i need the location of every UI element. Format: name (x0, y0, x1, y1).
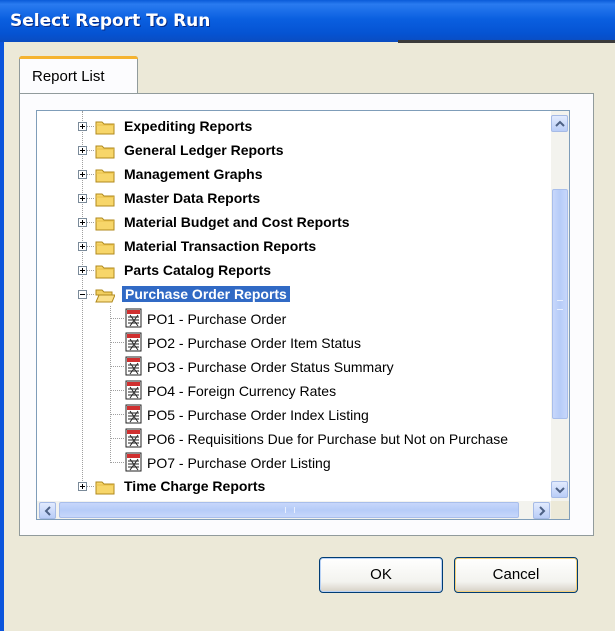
tree-rows: Expediting Reports General Ledger Report… (37, 111, 553, 503)
folder-icon (95, 121, 115, 135)
tree-report-po1[interactable]: PO1 - Purchase Order (37, 307, 553, 331)
tree-folder-label: Time Charge Reports (124, 478, 266, 494)
tree-report-label: PO3 - Purchase Order Status Summary (147, 359, 394, 375)
horizontal-scrollbar[interactable] (37, 501, 553, 519)
folder-icon (95, 217, 115, 231)
ok-button[interactable]: OK (319, 557, 443, 593)
report-document-icon (125, 452, 142, 472)
tree-folder-management-graphs[interactable]: Management Graphs (37, 163, 553, 187)
plus-box-icon[interactable] (78, 266, 87, 275)
report-document-icon (125, 308, 142, 328)
open-folder-icon (95, 289, 115, 303)
cancel-button[interactable]: Cancel (454, 557, 578, 593)
folder-icon (95, 265, 115, 279)
title-bar-edge (398, 40, 615, 43)
chevron-up-icon (555, 120, 565, 127)
folder-icon (95, 241, 115, 255)
tree-line (110, 318, 124, 319)
tree-folder-label-selected: Purchase Order Reports (121, 285, 291, 303)
vertical-scrollbar[interactable] (551, 111, 569, 503)
tab-report-list[interactable]: Report List (19, 56, 138, 94)
plus-box-icon[interactable] (78, 194, 87, 203)
tree-line (110, 438, 124, 439)
folder-icon (95, 169, 115, 183)
scroll-grip (285, 507, 295, 513)
horizontal-scroll-thumb[interactable] (59, 502, 519, 518)
scroll-grip (557, 300, 563, 310)
report-document-icon (125, 380, 142, 400)
tree-line (110, 390, 124, 391)
tree-report-label: PO7 - Purchase Order Listing (147, 455, 331, 471)
tree-report-po7[interactable]: PO7 - Purchase Order Listing (37, 451, 553, 475)
tree-report-label: PO1 - Purchase Order (147, 311, 287, 327)
folder-icon (95, 481, 115, 495)
tree-line (110, 366, 124, 367)
tree-folder-expediting-reports[interactable]: Expediting Reports (37, 115, 553, 139)
report-document-icon (125, 404, 142, 424)
chevron-left-icon (44, 506, 51, 516)
tree-folder-label: Management Graphs (124, 166, 263, 182)
scroll-corner (551, 501, 569, 519)
scroll-up-button[interactable] (551, 115, 568, 132)
report-tree[interactable]: Expediting Reports General Ledger Report… (36, 110, 570, 520)
plus-box-icon[interactable] (78, 242, 87, 251)
window-title: Select Report To Run (10, 11, 211, 31)
tree-folder-label: Parts Catalog Reports (124, 262, 272, 278)
report-document-icon (125, 356, 142, 376)
plus-box-icon[interactable] (78, 170, 87, 179)
chevron-down-icon (555, 487, 565, 494)
plus-box-icon[interactable] (78, 218, 87, 227)
tree-folder-label: Expediting Reports (124, 118, 253, 134)
tree-folder-time-charge-reports[interactable]: Time Charge Reports (37, 475, 553, 499)
tree-line (110, 462, 124, 463)
tree-folder-label: Material Transaction Reports (124, 238, 317, 254)
tree-folder-material-transaction-reports[interactable]: Material Transaction Reports (37, 235, 553, 259)
tree-folder-label: Master Data Reports (124, 190, 261, 206)
folder-icon (95, 145, 115, 159)
report-document-icon (125, 428, 142, 448)
plus-box-icon[interactable] (78, 146, 87, 155)
tree-report-label: PO2 - Purchase Order Item Status (147, 335, 361, 351)
plus-box-icon[interactable] (78, 482, 87, 491)
folder-icon (95, 193, 115, 207)
chevron-right-icon (539, 506, 546, 516)
tree-report-label: PO4 - Foreign Currency Rates (147, 383, 337, 399)
tree-folder-material-budget-and-cost-reports[interactable]: Material Budget and Cost Reports (37, 211, 553, 235)
tree-folder-label: General Ledger Reports (124, 142, 284, 158)
tree-report-label: PO6 - Requisitions Due for Purchase but … (147, 431, 509, 447)
tree-report-label: PO5 - Purchase Order Index Listing (147, 407, 369, 423)
tree-folder-parts-catalog-reports[interactable]: Parts Catalog Reports (37, 259, 553, 283)
tree-line (110, 342, 124, 343)
window-left-border (0, 42, 4, 631)
tree-report-po4[interactable]: PO4 - Foreign Currency Rates (37, 379, 553, 403)
scroll-down-button[interactable] (551, 481, 568, 498)
tree-report-po6[interactable]: PO6 - Requisitions Due for Purchase but … (37, 427, 553, 451)
tree-report-po5[interactable]: PO5 - Purchase Order Index Listing (37, 403, 553, 427)
tree-report-po3[interactable]: PO3 - Purchase Order Status Summary (37, 355, 553, 379)
report-document-icon (125, 332, 142, 352)
tree-folder-label: Material Budget and Cost Reports (124, 214, 350, 230)
tree-folder-master-data-reports[interactable]: Master Data Reports (37, 187, 553, 211)
tree-folder-purchase-order-reports[interactable]: Purchase Order Reports (37, 283, 553, 307)
scroll-right-button[interactable] (533, 502, 550, 519)
scroll-left-button[interactable] (39, 502, 56, 519)
minus-box-icon[interactable] (78, 290, 87, 299)
tab-label: Report List (32, 68, 105, 85)
vertical-scroll-thumb[interactable] (552, 189, 568, 419)
tree-line (110, 414, 124, 415)
title-bar[interactable]: Select Report To Run (0, 0, 615, 43)
plus-box-icon[interactable] (78, 122, 87, 131)
tree-report-po2[interactable]: PO2 - Purchase Order Item Status (37, 331, 553, 355)
tree-folder-general-ledger-reports[interactable]: General Ledger Reports (37, 139, 553, 163)
tab-accent (19, 56, 138, 59)
